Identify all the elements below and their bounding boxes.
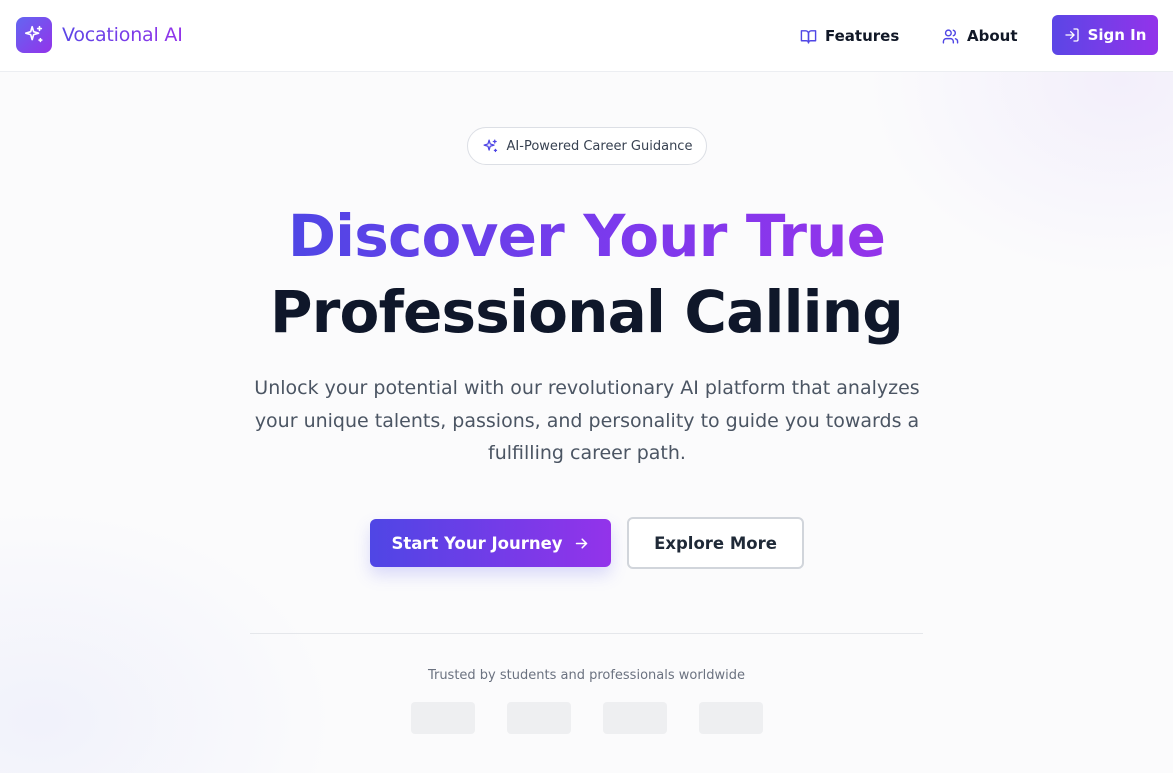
explore-more-label: Explore More (654, 533, 777, 553)
hero-headline-line1: Discover Your True (0, 202, 1173, 270)
nav-about-label: About (967, 27, 1018, 45)
hero-headline-gradient-text: Discover Your True (287, 202, 886, 270)
users-icon (942, 28, 959, 44)
partner-logo-placeholder (603, 702, 667, 734)
book-open-icon (800, 29, 817, 44)
sparkles-icon (483, 138, 497, 152)
sparkles-icon (16, 17, 52, 53)
nav-about-link[interactable]: About (942, 24, 1018, 48)
sign-in-label: Sign In (1087, 26, 1147, 44)
brand[interactable]: Vocational AI (16, 17, 183, 53)
start-journey-label: Start Your Journey (391, 533, 563, 553)
trusted-by-text: Trusted by students and professionals wo… (427, 668, 746, 683)
brand-name: Vocational AI (62, 24, 183, 46)
nav-features-label: Features (825, 27, 900, 45)
section-divider (250, 633, 923, 634)
hero-badge: AI-Powered Career Guidance (467, 127, 707, 165)
partner-logo-placeholder (411, 702, 475, 734)
nav-features-link[interactable]: Features (800, 24, 899, 48)
partner-logo-placeholder (507, 702, 571, 734)
hero-headline-line2: Professional Calling (270, 278, 904, 346)
hero-subtitle: Unlock your potential with our revolutio… (254, 377, 920, 464)
explore-more-button[interactable]: Explore More (627, 517, 804, 569)
arrow-right-icon (575, 537, 587, 549)
top-navbar: Vocational AI Features About Sign In (0, 0, 1173, 72)
log-in-icon (1064, 28, 1079, 42)
sign-in-button[interactable]: Sign In (1052, 15, 1158, 55)
start-journey-button[interactable]: Start Your Journey (370, 519, 611, 567)
partner-logo-placeholder (699, 702, 763, 734)
hero-badge-label: AI-Powered Career Guidance (506, 138, 693, 154)
